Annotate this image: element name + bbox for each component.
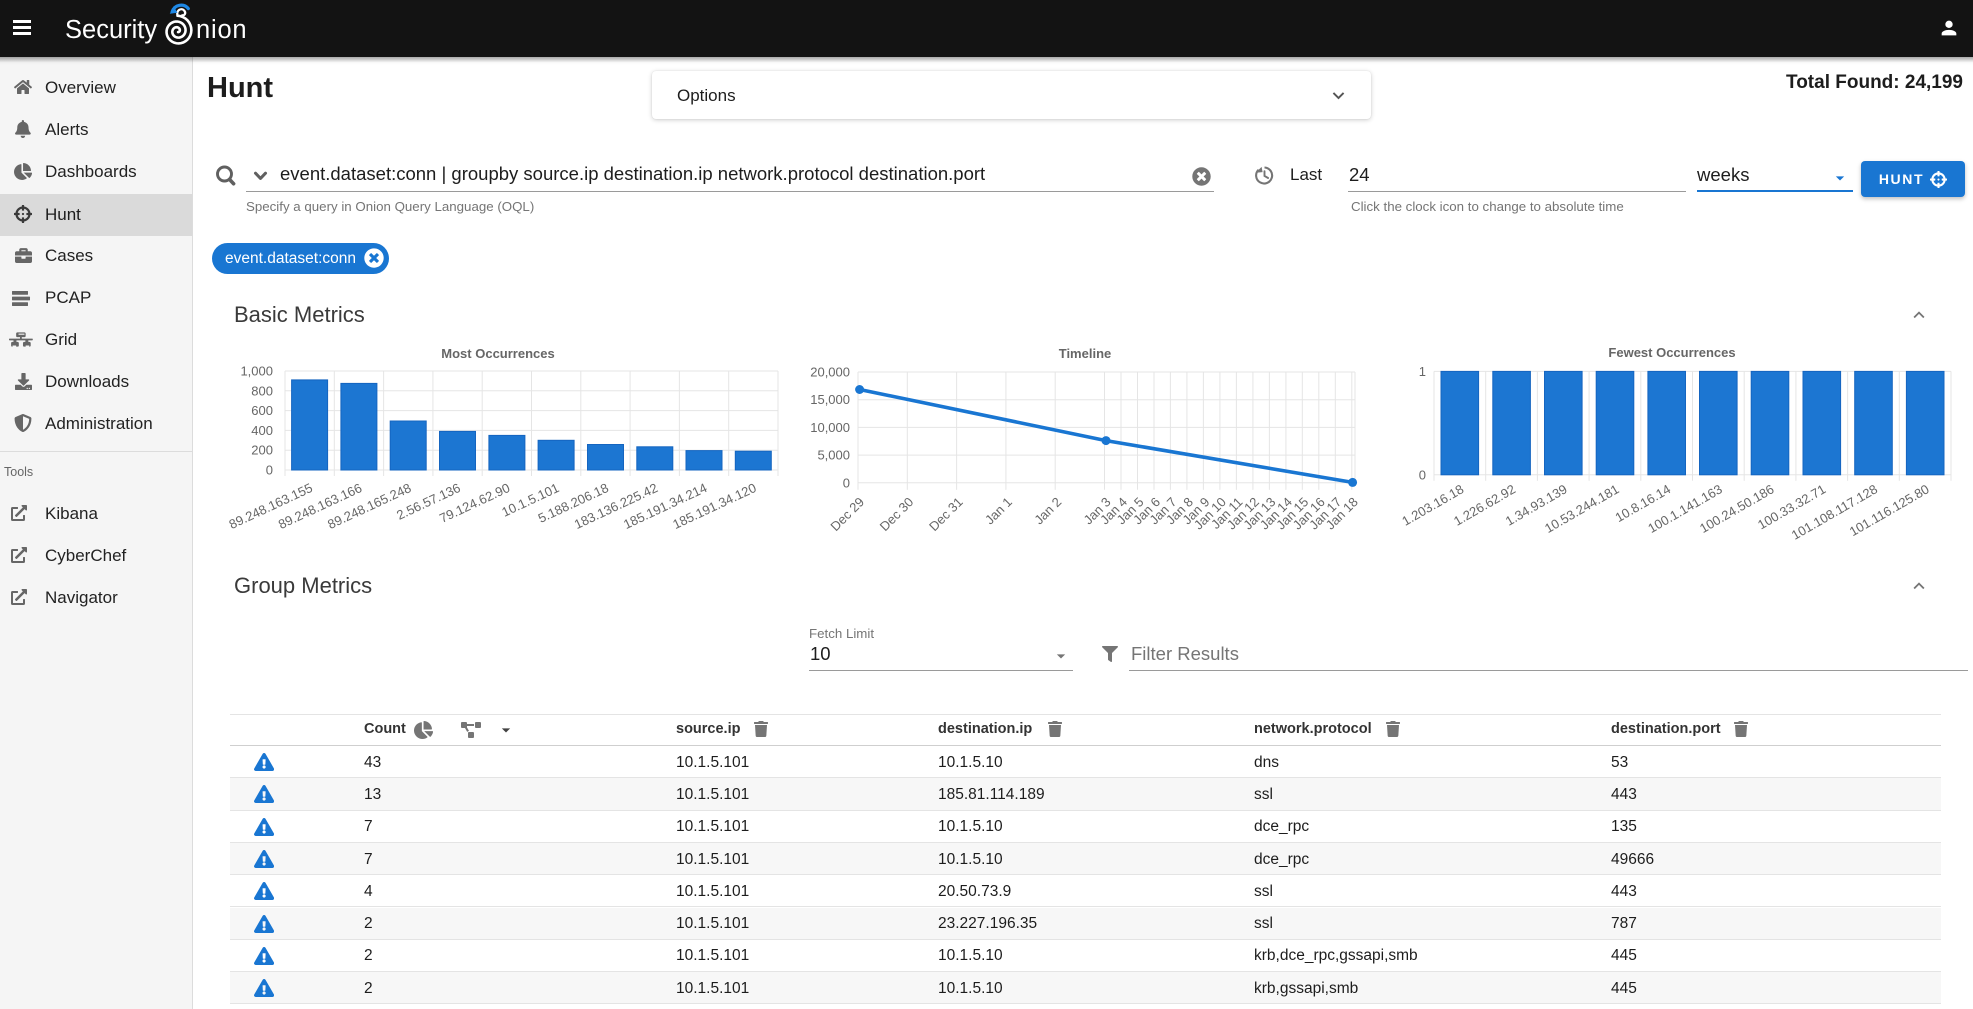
svg-text:800: 800 — [251, 383, 273, 398]
svg-text:400: 400 — [251, 423, 273, 438]
svg-text:Most Occurrences: Most Occurrences — [441, 346, 554, 361]
svg-text:Jan 1: Jan 1 — [982, 494, 1015, 527]
svg-text:101.108.117.128: 101.108.117.128 — [1789, 481, 1880, 542]
svg-text:Jan 2: Jan 2 — [1031, 494, 1064, 527]
svg-text:0: 0 — [843, 475, 850, 490]
svg-text:20,000: 20,000 — [810, 365, 850, 380]
svg-text:Fewest Occurrences: Fewest Occurrences — [1608, 345, 1735, 360]
svg-text:1,000: 1,000 — [240, 364, 273, 379]
svg-text:200: 200 — [251, 443, 273, 458]
svg-text:15,000: 15,000 — [810, 392, 850, 407]
svg-text:0: 0 — [266, 463, 273, 478]
svg-text:5,000: 5,000 — [817, 448, 850, 463]
svg-text:Dec 29: Dec 29 — [827, 494, 867, 534]
svg-text:1: 1 — [1419, 364, 1426, 379]
svg-text:185.191.34.120: 185.191.34.120 — [670, 480, 758, 532]
svg-text:Timeline: Timeline — [1059, 346, 1112, 361]
svg-text:0: 0 — [1419, 467, 1426, 482]
svg-text:10,000: 10,000 — [810, 420, 850, 435]
svg-text:Dec 31: Dec 31 — [926, 494, 966, 534]
svg-text:Dec 30: Dec 30 — [877, 494, 917, 534]
svg-text:600: 600 — [251, 403, 273, 418]
